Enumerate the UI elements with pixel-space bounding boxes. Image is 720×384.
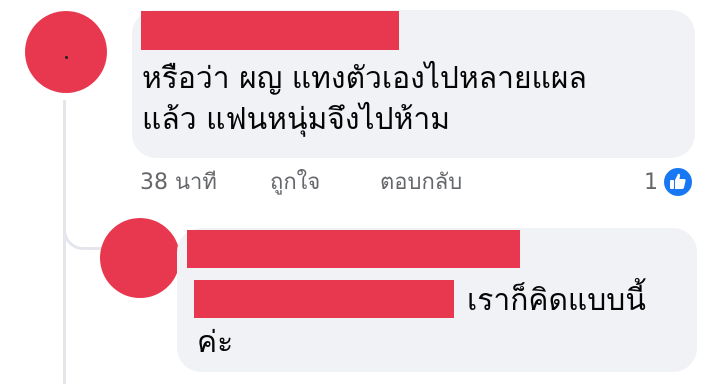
reply-connector: [63, 196, 107, 250]
redacted-author-name[interactable]: [187, 230, 520, 268]
avatar-mark: [65, 56, 68, 59]
thumbs-up-icon[interactable]: [662, 166, 694, 198]
avatar[interactable]: [25, 11, 107, 93]
reply-bubble: เราก็คิดแบบนี้ ค่ะ: [177, 228, 697, 372]
reply-button[interactable]: ตอบกลับ: [380, 168, 462, 198]
thread-line: [63, 100, 66, 384]
reaction-count[interactable]: 1: [644, 168, 658, 198]
comment-text-line: หรือว่า ผญ แทงตัวเองไปหลายแผล: [142, 61, 587, 96]
like-button[interactable]: ถูกใจ: [270, 168, 320, 198]
reply-text-line: เราก็คิดแบบนี้: [467, 283, 646, 318]
redacted-text: [194, 280, 454, 318]
comment-bubble: หรือว่า ผญ แทงตัวเองไปหลายแผล แล้ว แฟนหน…: [132, 10, 695, 158]
redacted-author-name[interactable]: [141, 11, 399, 50]
thumbs-up-glyph: [670, 173, 686, 189]
comment-timestamp[interactable]: 38 นาที: [140, 168, 217, 198]
avatar[interactable]: [100, 218, 180, 298]
reply-text-line: ค่ะ: [197, 325, 234, 360]
comment-text-line: แล้ว แฟนหนุ่มจึงไปห้าม: [142, 102, 450, 137]
